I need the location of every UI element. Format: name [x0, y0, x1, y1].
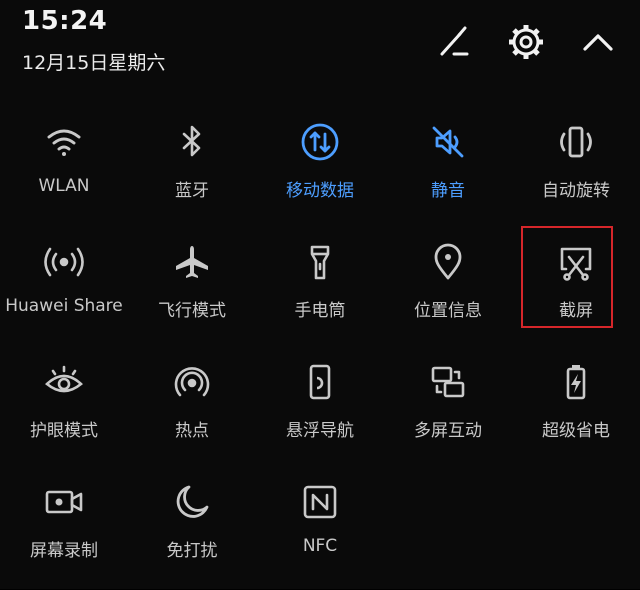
toggle-label: NFC [302, 536, 338, 556]
toggle-row: 护眼模式 热点 悬浮导航 多屏互动 超级省电 [0, 350, 640, 470]
toggle-label: 护眼模式 [30, 421, 98, 441]
toggle-battery-saver[interactable]: 超级省电 [512, 350, 640, 470]
toggle-label: 手电筒 [294, 301, 346, 321]
toggle-screenshot[interactable]: 截屏 [512, 230, 640, 350]
nfc-icon [303, 485, 337, 519]
toggle-row: Huawei Share 飞行模式 手电筒 位置信息 截屏 [0, 230, 640, 350]
hotspot-icon [174, 367, 210, 397]
toggle-label: 超级省电 [542, 421, 610, 441]
toggle-huawei-share[interactable]: Huawei Share [0, 230, 128, 350]
header-actions [434, 22, 618, 62]
toggle-label: 免打扰 [166, 541, 218, 561]
toggle-auto-rotate[interactable]: 自动旋转 [512, 110, 640, 230]
quick-settings-panel: 15:24 12月15日星期六 WLAN 蓝牙 移动数据 静音 自动旋转 Hua… [0, 0, 640, 589]
multi-screen-icon [431, 366, 465, 398]
battery-saver-icon [566, 365, 586, 400]
moon-icon [176, 485, 209, 518]
toggle-location[interactable]: 位置信息 [384, 230, 512, 350]
toggle-airplane[interactable]: 飞行模式 [128, 230, 256, 350]
toggle-label: 屏幕录制 [30, 541, 98, 561]
toggle-grid: WLAN 蓝牙 移动数据 静音 自动旋转 Huawei Share 飞行模式 手… [0, 110, 640, 590]
edit-icon [440, 26, 469, 56]
eye-icon [45, 365, 83, 393]
toggle-mobile-data[interactable]: 移动数据 [256, 110, 384, 230]
collapse-button[interactable] [578, 22, 618, 62]
mobile-data-icon [301, 123, 339, 161]
toggle-label: 静音 [431, 181, 465, 201]
wifi-icon [47, 129, 81, 156]
toggle-label: Huawei Share [5, 296, 123, 316]
toggle-bluetooth[interactable]: 蓝牙 [128, 110, 256, 230]
toggle-label: 蓝牙 [175, 181, 209, 201]
gear-icon [509, 25, 543, 59]
toggle-label: 移动数据 [286, 181, 354, 201]
toggle-row: WLAN 蓝牙 移动数据 静音 自动旋转 [0, 110, 640, 230]
toggle-nfc[interactable]: NFC [256, 470, 384, 590]
toggle-multi-screen[interactable]: 多屏互动 [384, 350, 512, 470]
status-time: 15:24 [22, 6, 108, 36]
flashlight-icon [310, 245, 330, 280]
edit-button[interactable] [434, 22, 474, 62]
toggle-label: 飞行模式 [158, 301, 226, 321]
toggle-label: 位置信息 [414, 301, 482, 321]
mute-icon [432, 126, 464, 158]
toggle-label: 自动旋转 [542, 181, 610, 201]
toggle-screen-record[interactable]: 屏幕录制 [0, 470, 128, 590]
location-icon [434, 243, 462, 280]
bluetooth-icon [182, 125, 201, 157]
chevron-up-icon [583, 34, 613, 51]
airplane-icon [176, 246, 208, 278]
toggle-label: 截屏 [559, 301, 593, 321]
toggle-mute[interactable]: 静音 [384, 110, 512, 230]
toggle-flashlight[interactable]: 手电筒 [256, 230, 384, 350]
toggle-row: 屏幕录制 免打扰 NFC [0, 470, 640, 590]
toggle-label: WLAN [38, 176, 90, 196]
toggle-eye-comfort[interactable]: 护眼模式 [0, 350, 128, 470]
toggle-hotspot[interactable]: 热点 [128, 350, 256, 470]
auto-rotate-icon [560, 126, 592, 158]
toggle-label: 多屏互动 [414, 421, 482, 441]
toggle-wlan[interactable]: WLAN [0, 110, 128, 230]
status-date: 12月15日星期六 [22, 52, 166, 74]
toggle-do-not-disturb[interactable]: 免打扰 [128, 470, 256, 590]
floating-nav-icon [309, 364, 331, 400]
toggle-label: 悬浮导航 [286, 421, 354, 441]
screenshot-icon [560, 247, 592, 281]
screen-record-icon [45, 490, 83, 514]
toggle-floating-nav[interactable]: 悬浮导航 [256, 350, 384, 470]
settings-button[interactable] [506, 22, 546, 62]
huawei-share-icon [44, 247, 84, 277]
toggle-label: 热点 [175, 421, 209, 441]
